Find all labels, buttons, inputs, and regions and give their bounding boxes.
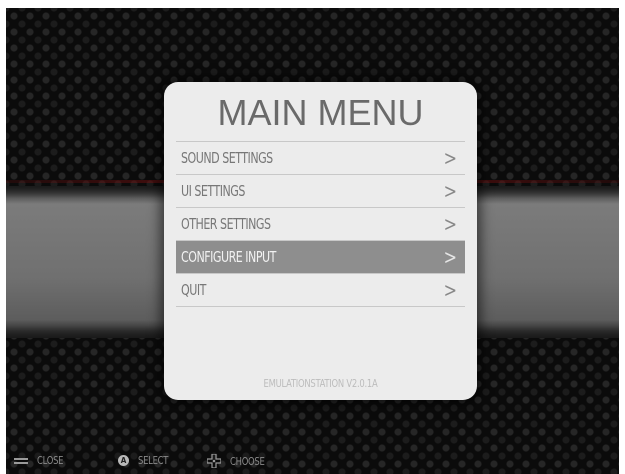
chevron-right-icon: >	[443, 278, 458, 302]
menu-list: SOUND SETTINGS > UI SETTINGS > OTHER SET…	[176, 141, 465, 307]
menu-item-other-settings[interactable]: OTHER SETTINGS >	[176, 208, 465, 241]
menu-item-ui-settings[interactable]: UI SETTINGS >	[176, 175, 465, 208]
version-label: EMULATIONSTATION V2.0.1A	[263, 377, 378, 390]
help-select: A SELECT	[118, 454, 173, 467]
chevron-right-icon: >	[443, 179, 458, 203]
a-button-icon: A	[118, 455, 129, 466]
help-choose: CHOOSE	[207, 454, 271, 468]
help-close-label: CLOSE	[37, 454, 64, 467]
menu-item-sound-settings[interactable]: SOUND SETTINGS >	[176, 142, 465, 175]
menu-item-label: CONFIGURE INPUT	[181, 248, 276, 266]
menu-item-label: QUIT	[181, 281, 206, 299]
help-select-label: SELECT	[138, 454, 169, 467]
chevron-right-icon: >	[443, 146, 458, 170]
menu-title: MAIN MENU	[217, 92, 424, 133]
menu-item-label: UI SETTINGS	[181, 182, 245, 200]
emulationstation-screen: MAIN MENU SOUND SETTINGS > UI SETTINGS >…	[6, 8, 619, 474]
menu-item-quit[interactable]: QUIT >	[176, 274, 465, 307]
dpad-icon	[207, 454, 221, 468]
main-menu-panel: MAIN MENU SOUND SETTINGS > UI SETTINGS >…	[164, 82, 477, 400]
menu-item-configure-input[interactable]: CONFIGURE INPUT >	[176, 241, 465, 274]
chevron-right-icon: >	[443, 212, 458, 236]
help-close: CLOSE	[14, 454, 68, 467]
menu-item-label: OTHER SETTINGS	[181, 215, 271, 233]
menu-item-label: SOUND SETTINGS	[181, 149, 273, 167]
chevron-right-icon: >	[443, 245, 458, 269]
help-bar: CLOSE A SELECT CHOOSE	[6, 448, 619, 474]
help-choose-label: CHOOSE	[230, 454, 265, 468]
start-button-icon	[14, 457, 28, 464]
